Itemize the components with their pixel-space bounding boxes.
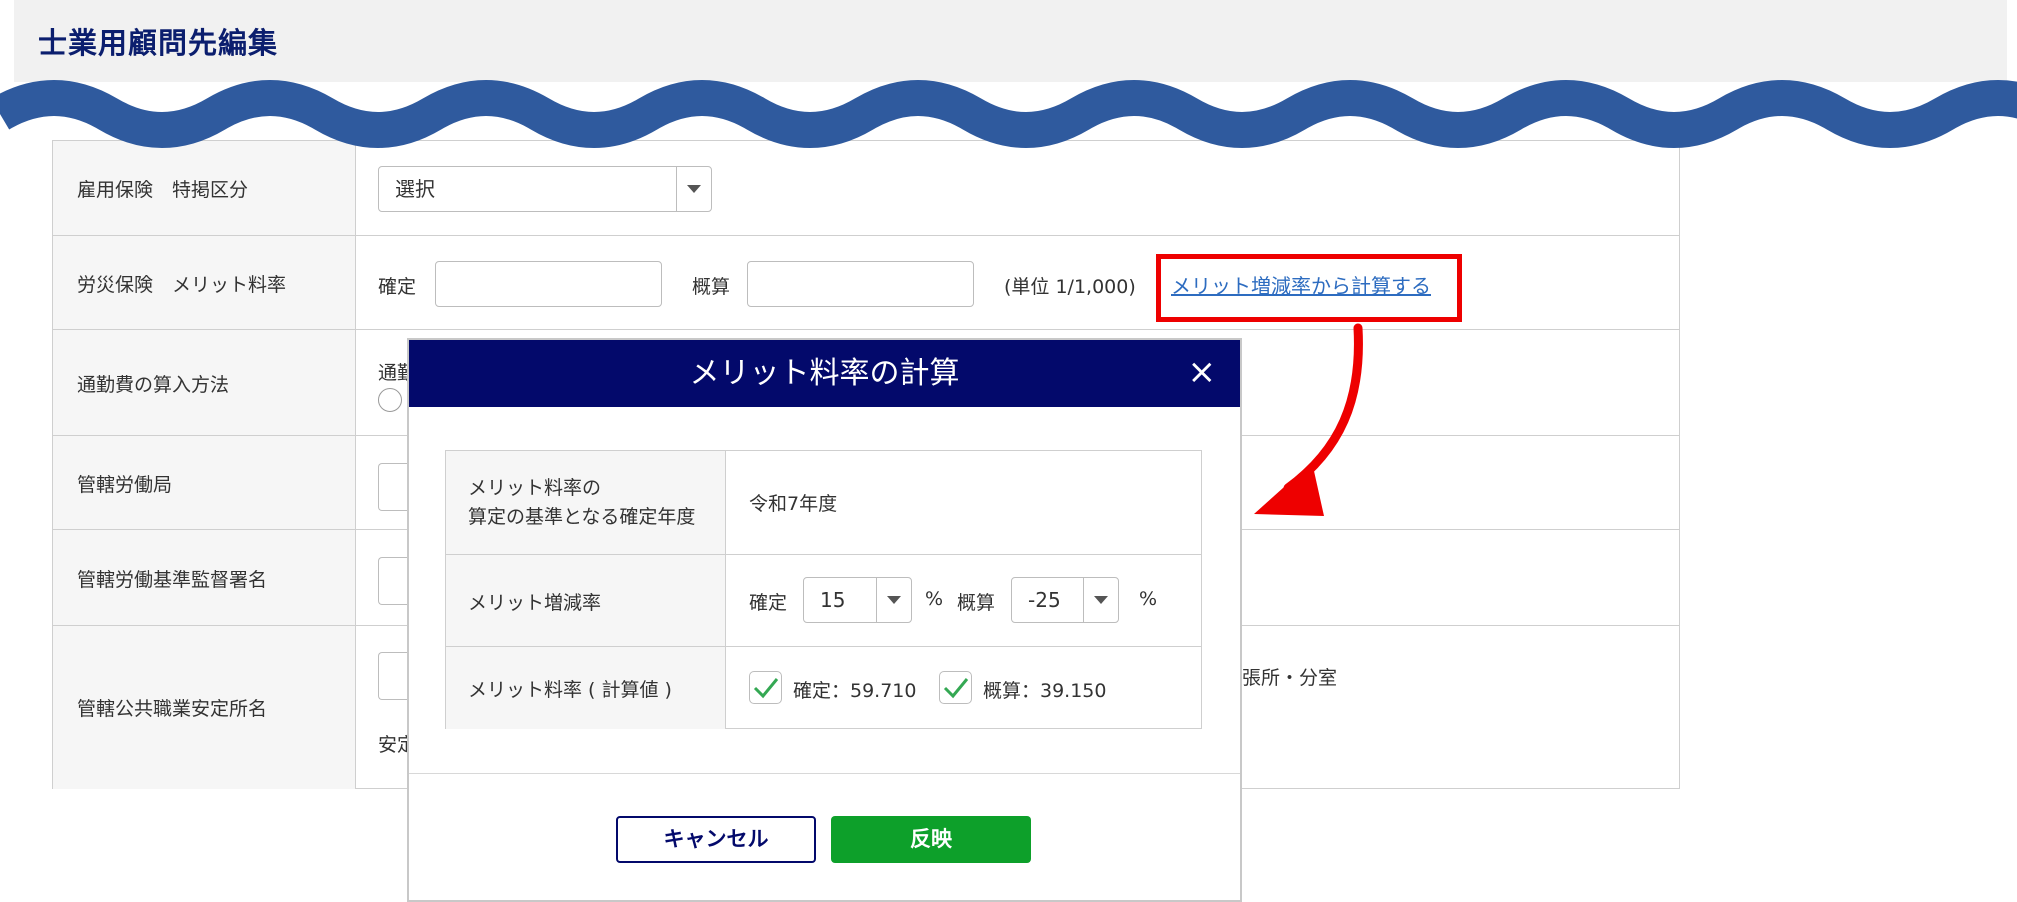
- field-label: 管轄公共職業安定所名: [53, 626, 356, 789]
- red-arrow-icon: [1254, 323, 1363, 516]
- modal-field-label: メリット料率の 算定の基準となる確定年度: [446, 451, 726, 554]
- fixed-rate-select[interactable]: 15: [803, 577, 912, 623]
- special-category-select[interactable]: 選択: [378, 166, 712, 212]
- modal-title: メリット料率の計算: [689, 356, 960, 391]
- chevron-down-icon: [676, 167, 711, 211]
- chevron-down-icon: [876, 578, 911, 622]
- select-value: -25: [1028, 588, 1061, 612]
- merit-rate-modal: メリット料率の計算 × メリット料率の 算定の基準となる確定年度 令和7年度 メ…: [407, 338, 1242, 902]
- label-line2: 算定の基準となる確定年度: [468, 505, 696, 528]
- modal-row-base-year: メリット料率の 算定の基準となる確定年度 令和7年度: [446, 451, 1201, 554]
- select-value: 15: [820, 588, 846, 612]
- estimate-rate-select[interactable]: -25: [1011, 577, 1119, 623]
- estimate-label: 概算: [957, 592, 996, 614]
- fixed-label: 確定: [378, 276, 417, 298]
- fixed-label: 確定: [749, 592, 788, 614]
- select-value: 選択: [395, 177, 435, 201]
- field-label: 通勤費の算入方法: [53, 330, 356, 436]
- estimate-result-text: 概算：39.150: [983, 680, 1107, 702]
- merit-rate-estimate-input[interactable]: [747, 261, 974, 307]
- field-label: 管轄労働基準監督署名: [53, 530, 356, 626]
- close-icon[interactable]: ×: [1188, 352, 1217, 392]
- percent-label: %: [1139, 588, 1158, 610]
- cancel-button[interactable]: キャンセル: [616, 816, 816, 863]
- modal-row-calculated-rate: メリット料率 ( 計算値 ) 確定：59.710 概算：39.150: [446, 646, 1201, 729]
- check-icon: [753, 678, 779, 699]
- fixed-result-text: 確定：59.710: [793, 680, 917, 702]
- label-line1: メリット料率の: [468, 476, 602, 499]
- branch-office-text: 張所・分室: [1242, 667, 1338, 689]
- page-title: 士業用顧問先編集: [38, 26, 279, 60]
- highlight-box: [1156, 254, 1462, 322]
- fixed-result-checkbox[interactable]: [749, 671, 782, 704]
- modal-field-label: メリット料率 ( 計算値 ): [446, 647, 726, 729]
- estimate-result-checkbox[interactable]: [939, 671, 972, 704]
- modal-field-value: 確定 15 % 概算 -25 %: [727, 555, 1201, 647]
- modal-field-value: 確定：59.710 概算：39.150: [727, 647, 1201, 729]
- modal-table: メリット料率の 算定の基準となる確定年度 令和7年度 メリット増減率 確定 15…: [445, 450, 1202, 729]
- estimate-label: 概算: [692, 276, 731, 298]
- field-label: 管轄労働局: [53, 436, 356, 530]
- check-icon: [943, 678, 969, 699]
- apply-button[interactable]: 反映: [831, 816, 1031, 863]
- wave-divider: [0, 80, 2017, 148]
- modal-field-label: メリット増減率: [446, 555, 726, 647]
- commute-radio[interactable]: [378, 388, 402, 412]
- base-year-value: 令和7年度: [749, 493, 838, 515]
- merit-rate-fixed-input[interactable]: [435, 261, 662, 307]
- field-label: 労災保険 メリット料率: [53, 236, 356, 330]
- percent-label: %: [925, 588, 944, 610]
- modal-footer-divider: [409, 773, 1240, 774]
- chevron-down-icon: [1083, 578, 1118, 622]
- modal-row-merit-increase: メリット増減率 確定 15 % 概算 -25 %: [446, 554, 1201, 647]
- unit-text: (単位 1/1,000): [1004, 276, 1136, 298]
- modal-field-value: 令和7年度: [727, 451, 1201, 554]
